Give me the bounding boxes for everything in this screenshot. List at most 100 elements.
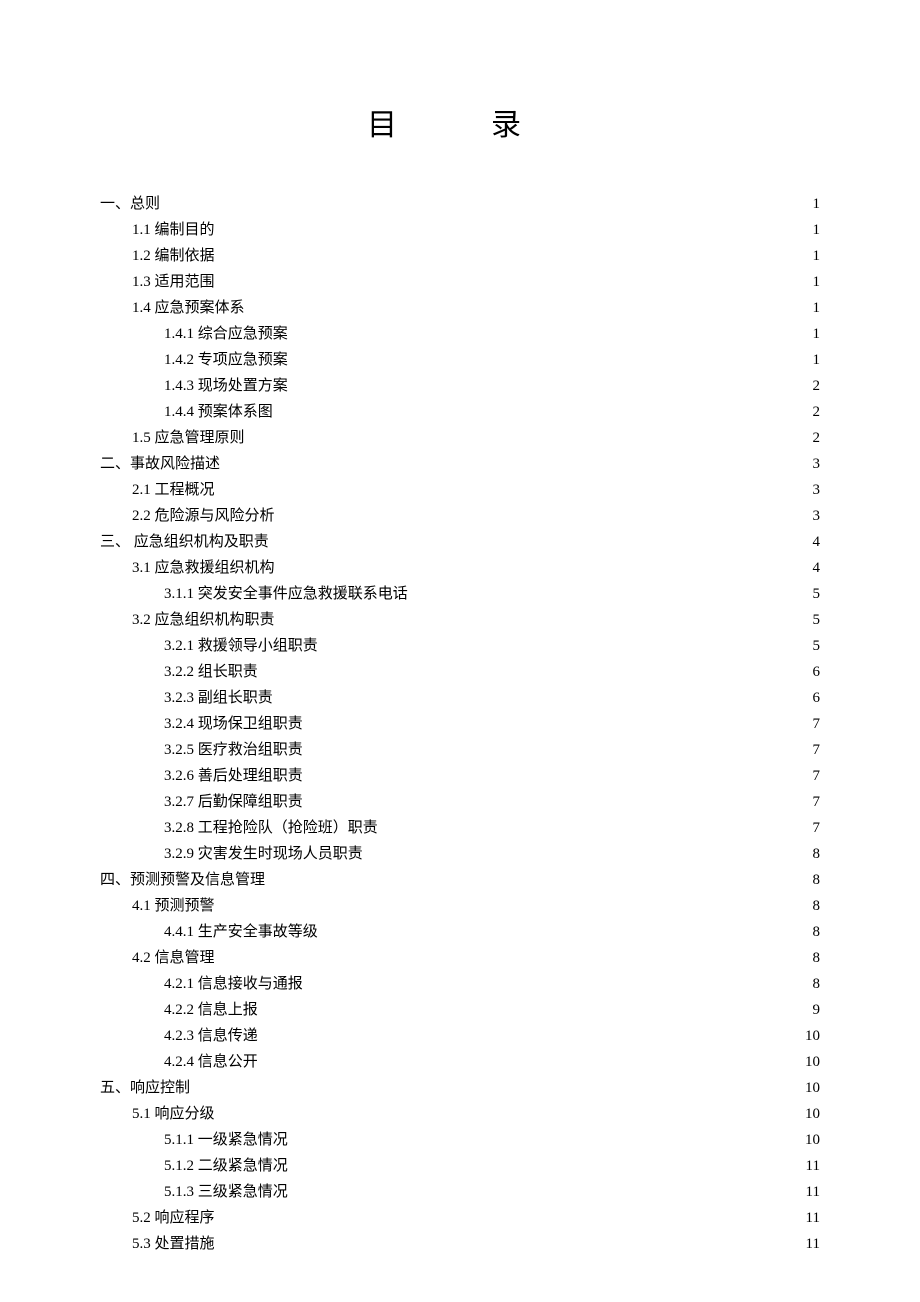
toc-page-number: 8 (800, 972, 820, 996)
toc-label: 1.4.1 综合应急预案 (164, 322, 288, 346)
toc-label: 1.3 适用范围 (132, 270, 215, 294)
toc-label: 3.2.4 现场保卫组职责 (164, 712, 303, 736)
toc-row: 1.4 应急预案体系 1 (100, 296, 820, 320)
toc-page-number: 10 (800, 1024, 820, 1048)
toc-label: 5.2 响应程序 (132, 1206, 215, 1230)
toc-row: 5.1.3 三级紧急情况11 (100, 1180, 820, 1204)
toc-page-number: 6 (800, 660, 820, 684)
toc-page-number: 10 (800, 1128, 820, 1152)
toc-label: 四、预测预警及信息管理 (100, 868, 265, 892)
toc-page-number: 4 (800, 556, 820, 580)
toc-page-number: 3 (800, 504, 820, 528)
toc-row: 2.1 工程概况 3 (100, 478, 820, 502)
toc-row: 4.1 预测预警8 (100, 894, 820, 918)
toc-label: 一、总则 (100, 192, 160, 216)
toc-row: 1.4.4 预案体系图2 (100, 400, 820, 424)
toc-row: 1.4.3 现场处置方案 2 (100, 374, 820, 398)
toc-page-number: 11 (800, 1206, 820, 1230)
toc-label: 4.2.1 信息接收与通报 (164, 972, 303, 996)
toc-row: 1.2 编制依据1 (100, 244, 820, 268)
toc-page-number: 7 (800, 738, 820, 762)
toc-page-number: 11 (800, 1180, 820, 1204)
toc-row: 四、预测预警及信息管理 8 (100, 868, 820, 892)
toc-row: 一、总则 1 (100, 192, 820, 216)
toc-row: 五、响应控制10 (100, 1076, 820, 1100)
toc-row: 5.1.1 一级紧急情况 10 (100, 1128, 820, 1152)
toc-row: 三、 应急组织机构及职责4 (100, 530, 820, 554)
toc-label: 3.2.9 灾害发生时现场人员职责 (164, 842, 363, 866)
toc-label: 1.1 编制目的 (132, 218, 215, 242)
toc-page-number: 5 (800, 634, 820, 658)
toc-page-number: 7 (800, 764, 820, 788)
toc-label: 4.4.1 生产安全事故等级 (164, 920, 318, 944)
toc-label: 5.1 响应分级 (132, 1102, 215, 1126)
toc-page-number: 2 (800, 374, 820, 398)
toc-page-number: 3 (800, 478, 820, 502)
toc-row: 4.2.1 信息接收与通报 8 (100, 972, 820, 996)
toc-label: 5.1.1 一级紧急情况 (164, 1128, 288, 1152)
toc-page-number: 7 (800, 790, 820, 814)
toc-row: 3.2 应急组织机构职责5 (100, 608, 820, 632)
toc-page-number: 10 (800, 1102, 820, 1126)
toc-label: 4.2.4 信息公开 (164, 1050, 258, 1074)
toc-label: 4.2.2 信息上报 (164, 998, 258, 1022)
toc-page-number: 5 (800, 582, 820, 606)
toc-page-number: 1 (800, 296, 820, 320)
toc-page-number: 9 (800, 998, 820, 1022)
toc-page-number: 7 (800, 816, 820, 840)
toc-page-number: 10 (800, 1076, 820, 1100)
toc-row: 3.2.8 工程抢险队（抢险班）职责 7 (100, 816, 820, 840)
toc-row: 1.4.1 综合应急预案1 (100, 322, 820, 346)
toc-label: 三、 应急组织机构及职责 (100, 530, 269, 554)
toc-label: 3.2.8 工程抢险队（抢险班）职责 (164, 816, 378, 840)
toc-page-number: 2 (800, 426, 820, 450)
toc-page-number: 11 (800, 1154, 820, 1178)
toc-page-number: 1 (800, 348, 820, 372)
toc-label: 3.1 应急救援组织机构 (132, 556, 275, 580)
toc-page-number: 6 (800, 686, 820, 710)
toc-label: 1.4.3 现场处置方案 (164, 374, 288, 398)
toc-page-number: 8 (800, 894, 820, 918)
toc-row: 3.2.3 副组长职责 6 (100, 686, 820, 710)
toc-label: 1.4 应急预案体系 (132, 296, 245, 320)
toc-label: 1.5 应急管理原则 (132, 426, 245, 450)
toc-page-number: 8 (800, 842, 820, 866)
toc-row: 4.2.4 信息公开 10 (100, 1050, 820, 1074)
toc-page-number: 10 (800, 1050, 820, 1074)
toc-page-number: 1 (800, 244, 820, 268)
toc-row: 3.2.5 医疗救治组职责7 (100, 738, 820, 762)
toc-label: 二、事故风险描述 (100, 452, 220, 476)
toc-row: 3.2.2 组长职责 6 (100, 660, 820, 684)
toc-label: 3.2 应急组织机构职责 (132, 608, 275, 632)
toc-row: 3.2.1 救援领导小组职责 5 (100, 634, 820, 658)
toc-page-number: 1 (800, 218, 820, 242)
toc-row: 3.2.4 现场保卫组职责 7 (100, 712, 820, 736)
toc-row: 5.1 响应分级 10 (100, 1102, 820, 1126)
toc-row: 5.1.2 二级紧急情况 11 (100, 1154, 820, 1178)
toc-page-number: 1 (800, 192, 820, 216)
toc-row: 3.2.6 善后处理组职责 7 (100, 764, 820, 788)
toc-label: 5.3 处置措施 (132, 1232, 215, 1256)
toc-page-number: 1 (800, 270, 820, 294)
toc-row: 1.3 适用范围 1 (100, 270, 820, 294)
toc-label: 3.2.3 副组长职责 (164, 686, 273, 710)
toc-label: 5.1.2 二级紧急情况 (164, 1154, 288, 1178)
toc-row: 4.2.3 信息传递10 (100, 1024, 820, 1048)
toc-page-number: 8 (800, 946, 820, 970)
toc-page-number: 3 (800, 452, 820, 476)
toc-label: 3.1.1 突发安全事件应急救援联系电话 (164, 582, 408, 606)
toc-label: 2.1 工程概况 (132, 478, 215, 502)
page-title: 目 录 (100, 100, 820, 144)
toc-page-number: 7 (800, 712, 820, 736)
toc-label: 3.2.1 救援领导小组职责 (164, 634, 318, 658)
toc-row: 1.5 应急管理原则 2 (100, 426, 820, 450)
toc-label: 3.2.6 善后处理组职责 (164, 764, 303, 788)
toc-row: 2.2 危险源与风险分析3 (100, 504, 820, 528)
toc-row: 4.2.2 信息上报 9 (100, 998, 820, 1022)
toc-row: 3.1.1 突发安全事件应急救援联系电话 5 (100, 582, 820, 606)
toc-label: 3.2.2 组长职责 (164, 660, 258, 684)
toc-row: 5.2 响应程序 11 (100, 1206, 820, 1230)
toc-page-number: 8 (800, 868, 820, 892)
toc-page-number: 11 (800, 1232, 820, 1256)
toc-row: 4.4.1 生产安全事故等级8 (100, 920, 820, 944)
